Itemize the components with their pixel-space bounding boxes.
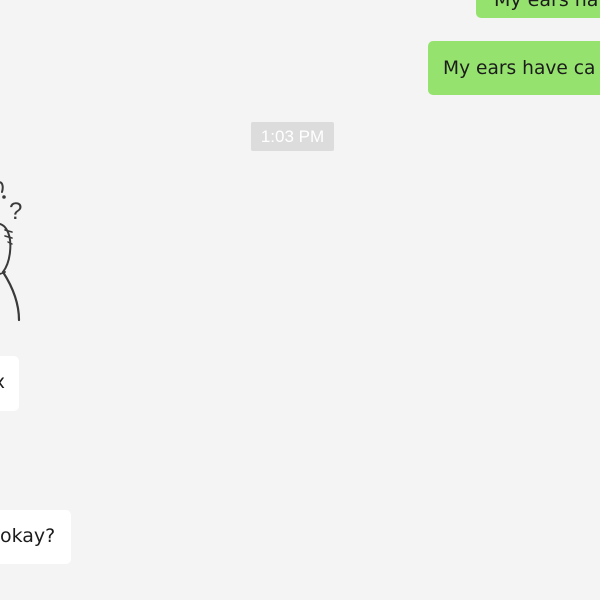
message-text: My ears hav	[494, 0, 600, 11]
question-mark-text: ?	[9, 198, 22, 225]
confused-cat-sticker-drawing: ?	[0, 181, 22, 322]
chat-message-area[interactable]: My ears hav My ears have ca 1:03 PM ? x …	[0, 0, 600, 600]
message-text: okay?	[0, 525, 56, 547]
message-text: My ears have ca	[443, 57, 596, 79]
received-message-bubble[interactable]: okay?	[0, 510, 71, 564]
message-text: x	[0, 370, 5, 394]
sent-message-bubble[interactable]: My ears have ca	[428, 41, 600, 95]
sent-message-bubble[interactable]: My ears hav	[476, 0, 600, 18]
message-timestamp: 1:03 PM	[251, 122, 334, 151]
received-message-bubble[interactable]: x	[0, 356, 19, 411]
confused-cat-sticker-icon[interactable]: ?	[0, 170, 42, 326]
